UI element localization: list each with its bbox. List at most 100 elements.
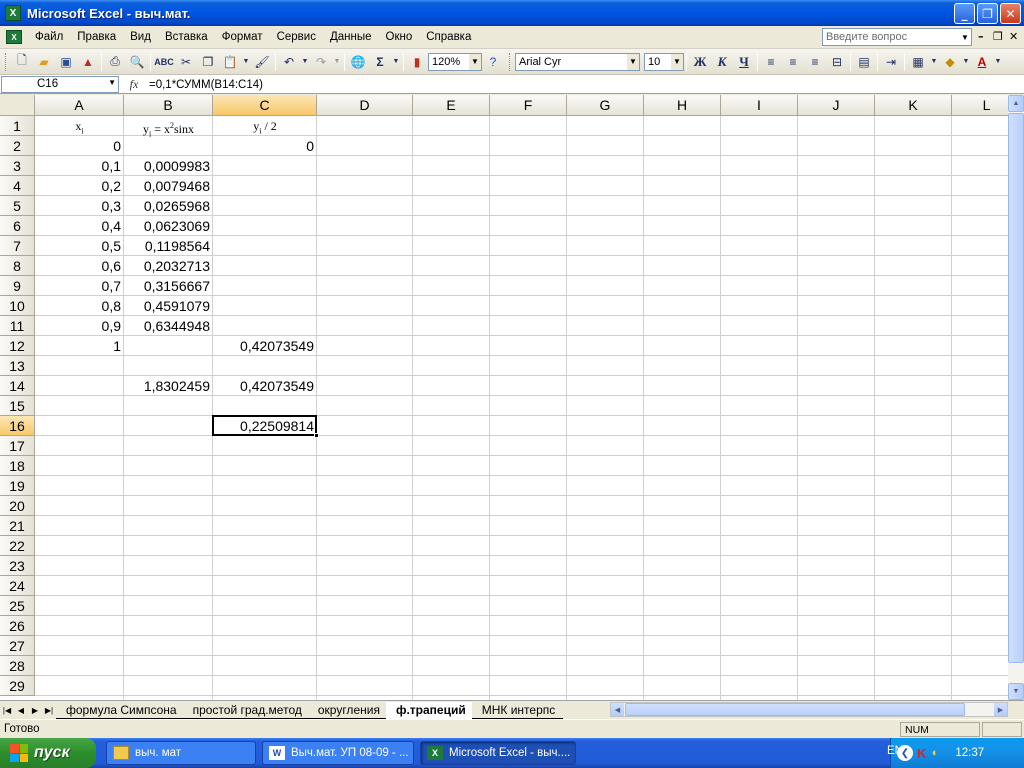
row-header-16[interactable]: 16 [0,416,35,436]
cell-b14[interactable]: 1,8302459 [124,376,213,396]
cell-a2[interactable]: 0 [35,136,124,156]
language-indicator[interactable]: EN [887,745,903,757]
font-size-select[interactable]: 10 ▼ [644,52,684,71]
column-header-f[interactable]: F [490,95,567,116]
antivirus-icon[interactable]: K [917,746,926,761]
column-header-e[interactable]: E [413,95,490,116]
cell-b5[interactable]: 0,0265968 [124,196,213,216]
align-left-icon[interactable]: ≡ [760,51,782,73]
cell-b4[interactable]: 0,0079468 [124,176,213,196]
column-header-d[interactable]: D [317,95,413,116]
cell-c12[interactable]: 0,42073549 [213,336,317,356]
row-header-4[interactable]: 4 [0,176,35,196]
column-header-j[interactable]: J [798,95,875,116]
menu-file[interactable]: Файл [28,31,70,43]
borders-icon[interactable]: ▦ [907,51,929,73]
column-header-k[interactable]: K [875,95,952,116]
align-right-icon[interactable]: ≡ [804,51,826,73]
borders-dropdown-icon[interactable]: ▼ [929,51,939,73]
column-header-g[interactable]: G [567,95,644,116]
row-header-20[interactable]: 20 [0,496,35,516]
chevron-down-icon[interactable]: ▼ [627,53,639,70]
row-header-2[interactable]: 2 [0,136,35,156]
cell-b7[interactable]: 0,1198564 [124,236,213,256]
row-header-1[interactable]: 1 [0,116,35,136]
menu-edit[interactable]: Правка [70,31,123,43]
row-header-8[interactable]: 8 [0,256,35,276]
toolbar-grip-2[interactable] [509,52,512,71]
row-header-17[interactable]: 17 [0,436,35,456]
column-header-l[interactable]: L [952,95,1008,116]
row-header-15[interactable]: 15 [0,396,35,416]
autosum-icon[interactable]: Σ [369,51,391,73]
menu-view[interactable]: Вид [123,31,158,43]
toolbar-grip[interactable] [5,52,8,71]
paste-dropdown-icon[interactable]: ▼ [241,51,251,73]
print-icon[interactable]: ⎙ [104,51,126,73]
column-header-b[interactable]: B [124,95,213,116]
first-sheet-icon[interactable]: |◀ [0,702,14,719]
underline-button[interactable]: Ч [733,51,755,73]
font-select[interactable]: Arial Cyr ▼ [515,52,640,71]
next-sheet-icon[interactable]: ▶ [28,702,42,719]
sheet-tab-mnk[interactable]: МНК интерпс [471,701,564,719]
prev-sheet-icon[interactable]: ◀ [14,702,28,719]
cell-c14[interactable]: 0,42073549 [213,376,317,396]
cell-c2[interactable]: 0 [213,136,317,156]
cell-a3[interactable]: 0,1 [35,156,124,176]
save-icon[interactable]: ▣ [55,51,77,73]
row-header-13[interactable]: 13 [0,356,35,376]
row-header-27[interactable]: 27 [0,636,35,656]
vertical-scroll-thumb[interactable] [1008,113,1024,663]
task-folder[interactable]: выч. мат [106,741,256,765]
menu-insert[interactable]: Вставка [158,31,215,43]
cell-a6[interactable]: 0,4 [35,216,124,236]
cell-b6[interactable]: 0,0623069 [124,216,213,236]
indent-icon[interactable]: ⇥ [880,51,902,73]
row-header-23[interactable]: 23 [0,556,35,576]
minimize-button[interactable]: _ [954,3,975,24]
cell-b11[interactable]: 0,6344948 [124,316,213,336]
open-folder-icon[interactable]: ▰ [33,51,55,73]
row-header-6[interactable]: 6 [0,216,35,236]
row-header-19[interactable]: 19 [0,476,35,496]
row-header-9[interactable]: 9 [0,276,35,296]
cell-a11[interactable]: 0,9 [35,316,124,336]
close-button[interactable]: ✕ [1000,3,1021,24]
title-bar[interactable]: X Microsoft Excel - выч.мат. _ ❐ ✕ [0,0,1024,26]
font-color-icon[interactable]: A [971,51,993,73]
vertical-scrollbar[interactable]: ▲ ▼ [1008,95,1024,700]
row-header-14[interactable]: 14 [0,376,35,396]
new-document-icon[interactable]: 🗋 [11,51,33,73]
horizontal-scroll-thumb[interactable] [625,703,965,716]
excel-icon[interactable]: X [5,5,21,21]
row-header-10[interactable]: 10 [0,296,35,316]
bold-button[interactable]: Ж [689,51,711,73]
scroll-down-icon[interactable]: ▼ [1008,683,1024,700]
fill-handle[interactable] [314,433,319,438]
cell-a1[interactable]: xi [35,116,124,136]
row-header-22[interactable]: 22 [0,536,35,556]
format-painter-icon[interactable]: 🖌 [251,51,273,73]
row-header-24[interactable]: 24 [0,576,35,596]
row-header-18[interactable]: 18 [0,456,35,476]
redo-icon[interactable]: ↷ [310,51,332,73]
sheet-tab-gradient[interactable]: простой град.метод [182,701,310,719]
row-header-21[interactable]: 21 [0,516,35,536]
menu-tools[interactable]: Сервис [270,31,323,43]
doc-restore-icon[interactable]: ❐ [993,30,1003,43]
doc-close-icon[interactable]: ✕ [1009,30,1018,43]
row-header-12[interactable]: 12 [0,336,35,356]
permission-icon[interactable]: ▲ [77,51,99,73]
cell-a5[interactable]: 0,3 [35,196,124,216]
column-header-i[interactable]: I [721,95,798,116]
copy-icon[interactable]: ❐ [197,51,219,73]
cell-b9[interactable]: 0,3156667 [124,276,213,296]
chevron-down-icon[interactable]: ▼ [108,78,116,87]
insert-function-icon[interactable]: fx [119,77,149,92]
menu-format[interactable]: Формат [215,31,270,43]
chart-wizard-icon[interactable]: ▮ [406,51,428,73]
undo-icon[interactable]: ↶ [278,51,300,73]
sheet-tab-trapezoid[interactable]: ф.трапеций [385,701,474,719]
scroll-right-icon[interactable]: ▶ [994,703,1007,716]
